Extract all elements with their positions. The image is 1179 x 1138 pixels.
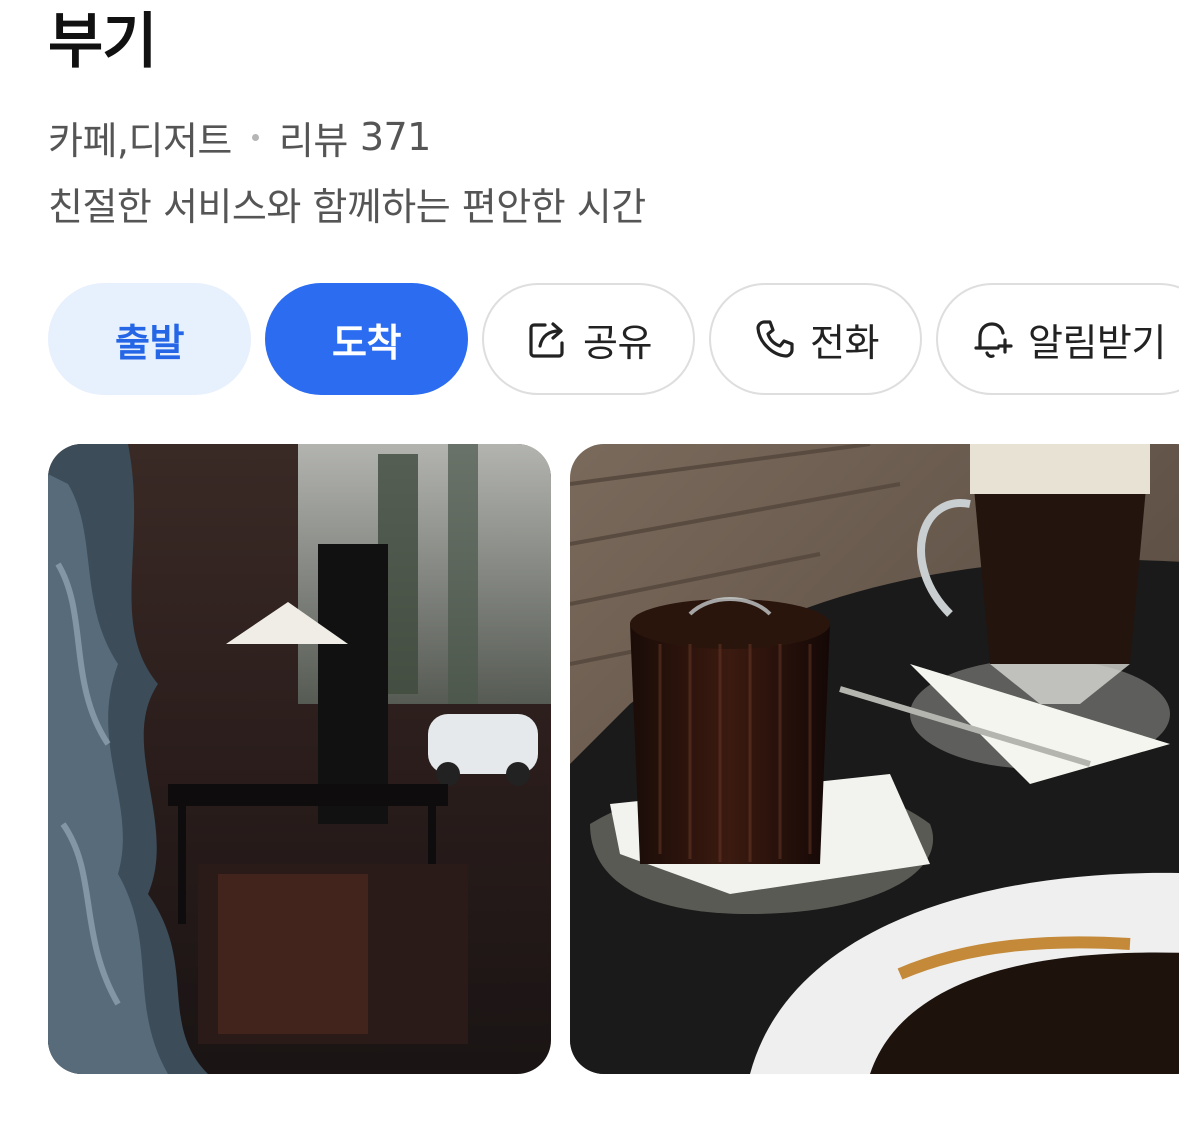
share-icon bbox=[525, 316, 571, 362]
separator-dot bbox=[251, 133, 259, 141]
share-button-label: 공유 bbox=[583, 320, 652, 365]
place-name: 부기 bbox=[48, 7, 157, 77]
phone-icon bbox=[752, 316, 798, 362]
alarm-button[interactable]: 알림받기 bbox=[936, 283, 1179, 395]
cafe-interior-photo[interactable] bbox=[48, 444, 551, 1074]
place-category: 카페,디저트 bbox=[48, 118, 232, 163]
review-count[interactable]: 371 bbox=[360, 115, 432, 159]
photo-gallery bbox=[48, 444, 1179, 1074]
place-description: 친절한 서비스와 함께하는 편안한 시간 bbox=[48, 185, 646, 229]
arrive-button-label: 도착 bbox=[332, 320, 401, 365]
call-button[interactable]: 전화 bbox=[709, 283, 922, 395]
arrive-button[interactable]: 도착 bbox=[265, 283, 468, 395]
action-bar: 출발 도착 공유 전화 알림받기 bbox=[48, 283, 1179, 395]
depart-button-label: 출발 bbox=[115, 320, 184, 365]
depart-button[interactable]: 출발 bbox=[48, 283, 251, 395]
place-meta: 카페,디저트 리뷰 371 bbox=[48, 110, 432, 165]
share-button[interactable]: 공유 bbox=[482, 283, 695, 395]
review-label[interactable]: 리뷰 bbox=[279, 110, 348, 165]
call-button-label: 전화 bbox=[810, 320, 879, 365]
coffee-photo[interactable] bbox=[570, 444, 1179, 1074]
bell-plus-icon bbox=[970, 316, 1016, 362]
alarm-button-label: 알림받기 bbox=[1028, 320, 1166, 365]
